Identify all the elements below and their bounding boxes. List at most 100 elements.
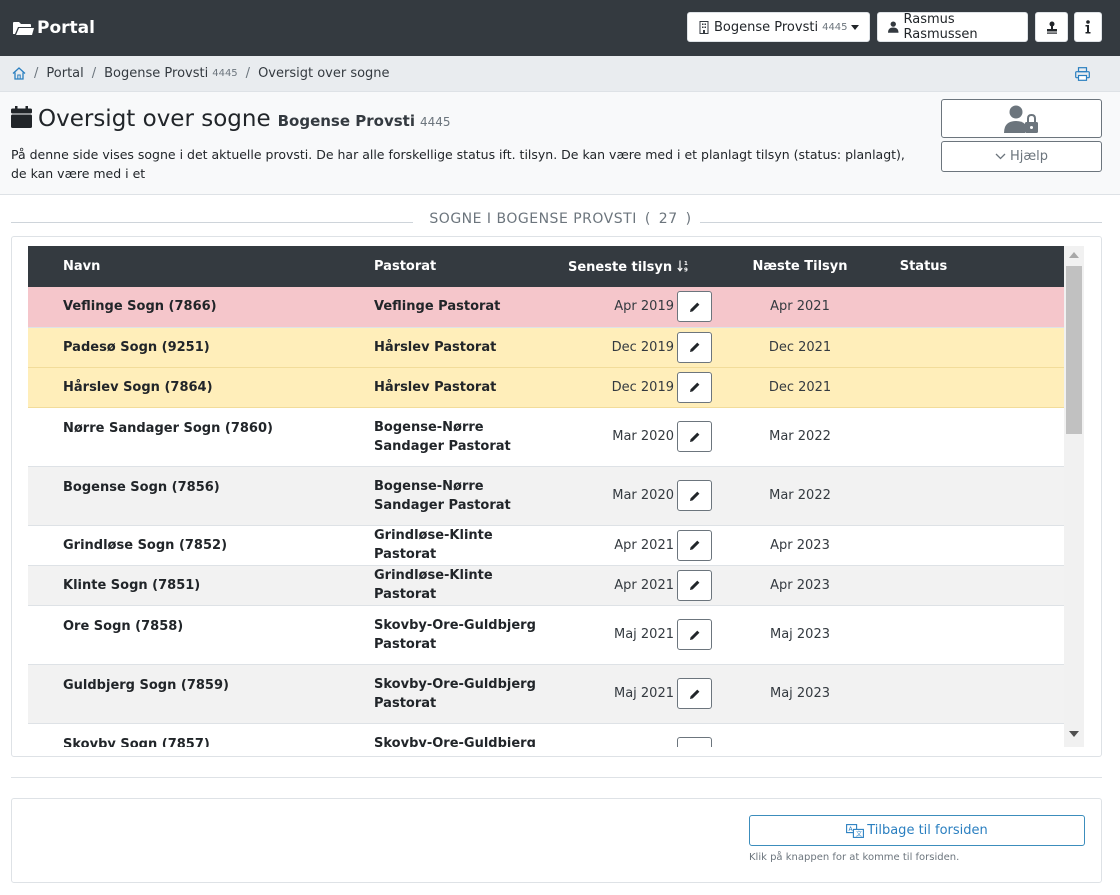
- breadcrumb-current: Oversigt over sogne: [258, 66, 390, 81]
- language-icon: A文: [846, 823, 865, 838]
- edit-button[interactable]: [677, 569, 712, 601]
- divider: [11, 777, 1102, 778]
- parish-naeste-tilsyn: Maj 2023: [769, 627, 830, 642]
- calendar-icon: [11, 106, 32, 128]
- table-row: Ore Sogn (7858) Skovby-Ore-Guldbjerg Past…: [28, 605, 1064, 664]
- breadcrumb: / Portal / Bogense Provsti 4445 / Oversi…: [0, 56, 1120, 92]
- help-label: Hjælp: [1009, 149, 1049, 164]
- parish-seneste-tilsyn: Mar 2020: [612, 429, 674, 444]
- home-icon[interactable]: [12, 67, 26, 80]
- parish-pastorat: Skovby-Ore-Guldbjerg Pastorat: [374, 676, 536, 711]
- parish-name[interactable]: Grindløse Sogn (7852): [28, 525, 374, 565]
- user-icon: [888, 21, 899, 33]
- parish-name[interactable]: Hårslev Sogn (7864): [28, 367, 374, 407]
- info-icon: [1085, 20, 1091, 34]
- parish-naeste-tilsyn: Mar 2022: [769, 488, 831, 503]
- column-header-navn[interactable]: Navn: [28, 246, 374, 287]
- pencil-icon: [689, 302, 699, 312]
- parish-name[interactable]: Skovby Sogn (7857): [28, 723, 374, 748]
- parish-status: [873, 664, 1064, 723]
- help-toggle-button[interactable]: Hjælp: [941, 141, 1102, 172]
- edit-button[interactable]: [677, 529, 712, 561]
- sort-numeric-icon: 19: [677, 260, 688, 273]
- breadcrumb-portal[interactable]: Portal: [46, 66, 83, 81]
- parish-naeste-tilsyn: Apr 2023: [770, 537, 830, 553]
- parish-name[interactable]: Klinte Sogn (7851): [28, 565, 374, 605]
- parish-naeste-tilsyn: [727, 723, 873, 747]
- scroll-down-arrow-icon[interactable]: [1069, 731, 1079, 737]
- user-lock-icon: [1003, 105, 1038, 133]
- table-row: Skovby Sogn (7857)Skovby-Ore-Guldbjerg P…: [28, 723, 1064, 747]
- parish-pastorat: Hårslev Pastorat: [374, 339, 497, 355]
- edit-button[interactable]: [677, 421, 712, 452]
- edit-button[interactable]: [677, 331, 712, 363]
- parish-seneste-tilsyn: Apr 2021: [614, 577, 674, 593]
- pencil-icon: [689, 540, 699, 550]
- table-row: Klinte Sogn (7851) Grindløse-Klinte Pasto…: [28, 565, 1064, 605]
- scroll-up-arrow-icon[interactable]: [1069, 252, 1079, 258]
- parish-status: [873, 565, 1064, 605]
- column-header-pastorat[interactable]: Pastorat: [374, 246, 552, 287]
- parish-pastorat: Bogense-Nørre Sandager Pastorat: [374, 478, 511, 513]
- breadcrumb-separator: /: [245, 66, 251, 81]
- user-button[interactable]: Rasmus Rasmussen: [877, 12, 1028, 42]
- back-to-front-button[interactable]: A文 Tilbage til forsiden: [749, 815, 1085, 846]
- provsti-number: 4445: [822, 21, 848, 33]
- page-title-block: Oversigt over sogne Bogense Provsti 4445: [11, 104, 451, 132]
- column-header-seneste[interactable]: Seneste tilsyn 19: [552, 246, 727, 287]
- parish-name[interactable]: Veflinge Sogn (7866): [28, 287, 374, 327]
- stamp-button[interactable]: [1035, 12, 1068, 42]
- section-title-text: SOGNE I BOGENSE PROVSTI: [421, 211, 645, 227]
- column-header-status[interactable]: Status: [873, 246, 1064, 287]
- breadcrumb-separator: /: [91, 66, 97, 81]
- print-button[interactable]: [1075, 66, 1090, 85]
- parish-status: [873, 407, 1064, 466]
- parish-seneste-tilsyn: Dec 2019: [611, 339, 674, 355]
- parish-pastorat: Bogense-Nørre Sandager Pastorat: [374, 419, 511, 454]
- svg-text:文: 文: [856, 830, 862, 838]
- parish-name[interactable]: Bogense Sogn (7856): [28, 466, 374, 525]
- breadcrumb-provsti[interactable]: Bogense Provsti: [104, 66, 208, 81]
- parish-naeste-tilsyn: Apr 2021: [770, 299, 830, 315]
- svg-text:1: 1: [684, 261, 688, 267]
- parish-status: [873, 466, 1064, 525]
- parish-status: [873, 367, 1064, 407]
- parish-status: [873, 525, 1064, 565]
- parish-pastorat: Grindløse-Klinte Pastorat: [374, 568, 493, 602]
- parish-pastorat: Skovby-Ore-Guldbjerg Pastorat: [374, 735, 536, 748]
- page-description: På denne side vises sogne i det aktuelle…: [11, 147, 905, 181]
- parish-name[interactable]: Guldbjerg Sogn (7859): [28, 664, 374, 723]
- parish-name[interactable]: Nørre Sandager Sogn (7860): [28, 407, 374, 466]
- brand-link[interactable]: Portal: [12, 16, 95, 40]
- edit-button[interactable]: [677, 678, 712, 709]
- column-header-naeste[interactable]: Næste Tilsyn: [727, 246, 873, 287]
- page-title: Oversigt over sogne: [38, 106, 271, 132]
- pencil-icon: [689, 382, 699, 392]
- breadcrumb-separator: /: [34, 66, 39, 81]
- provsti-dropdown[interactable]: Bogense Provsti 4445: [687, 12, 870, 42]
- parish-pastorat: Grindløse-Klinte Pastorat: [374, 528, 493, 562]
- parish-naeste-tilsyn: Dec 2021: [768, 339, 832, 355]
- parish-table: Navn Pastorat Seneste tilsyn 19 Næste Ti…: [28, 246, 1064, 747]
- edit-button[interactable]: [677, 619, 712, 650]
- pencil-icon: [689, 630, 699, 640]
- print-icon: [1075, 67, 1090, 81]
- info-button[interactable]: [1074, 12, 1102, 42]
- table-row: Nørre Sandager Sogn (7860) Bogense-Nørre …: [28, 407, 1064, 466]
- parish-pastorat: Hårslev Pastorat: [374, 379, 497, 395]
- parish-name[interactable]: Padesø Sogn (9251): [28, 327, 374, 367]
- edit-button[interactable]: [677, 371, 712, 403]
- table-scrollbar-thumb[interactable]: [1066, 266, 1082, 434]
- edit-button[interactable]: [677, 480, 712, 511]
- parish-table-scroll[interactable]: Navn Pastorat Seneste tilsyn 19 Næste Ti…: [28, 246, 1064, 747]
- parish-naeste-tilsyn: Mar 2022: [769, 429, 831, 444]
- access-button[interactable]: [941, 99, 1102, 138]
- table-row: Grindløse Sogn (7852) Grindløse-Klinte Pa…: [28, 525, 1064, 565]
- parish-pastorat: Skovby-Ore-Guldbjerg Pastorat: [374, 617, 536, 652]
- edit-button[interactable]: [677, 291, 712, 323]
- edit-button[interactable]: [677, 737, 712, 747]
- table-row: Guldbjerg Sogn (7859) Skovby-Ore-Guldbjer…: [28, 664, 1064, 723]
- pencil-icon: [689, 747, 701, 748]
- parish-name[interactable]: Ore Sogn (7858): [28, 605, 374, 664]
- table-header-row: Navn Pastorat Seneste tilsyn 19 Næste Ti…: [28, 246, 1064, 287]
